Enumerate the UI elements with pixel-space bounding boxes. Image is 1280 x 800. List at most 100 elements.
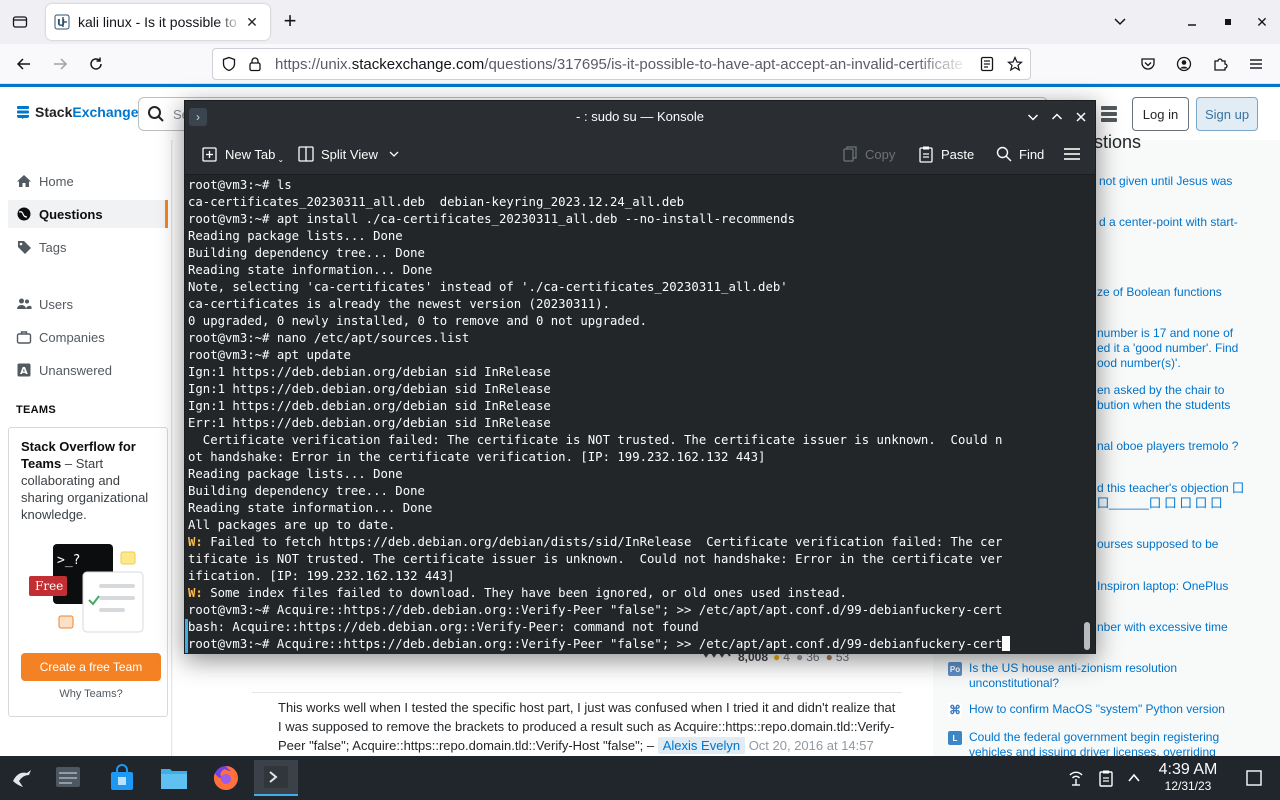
briefcase-icon bbox=[16, 329, 32, 345]
network-icon[interactable] bbox=[1066, 768, 1086, 788]
logo-text-stack: Stack bbox=[35, 104, 73, 120]
signup-button[interactable]: Sign up bbox=[1196, 97, 1258, 131]
close-tab-icon[interactable]: ✕ bbox=[242, 12, 262, 32]
terminal-line: tificate is NOT trusted. The certificate… bbox=[188, 552, 1003, 566]
firefox-icon[interactable] bbox=[204, 760, 248, 796]
hnq-item[interactable]: ⌘ How to confirm MacOS "system" Python v… bbox=[948, 702, 1238, 717]
comment-date[interactable]: Oct 20, 2016 at 14:57 bbox=[749, 738, 874, 753]
nav-questions[interactable]: Questions bbox=[8, 200, 168, 228]
reload-icon[interactable] bbox=[84, 52, 108, 76]
konsole-hamburger-menu-icon[interactable] bbox=[1063, 144, 1087, 164]
hnq-item-label: Inspiron laptop: OnePlus bbox=[1097, 579, 1229, 593]
paste-button[interactable]: Paste bbox=[917, 144, 974, 164]
close-window-icon[interactable]: ✕ bbox=[1250, 10, 1274, 34]
find-button[interactable]: Find bbox=[995, 144, 1044, 164]
hnq-item-label: Is the US house anti-zionism resolution … bbox=[969, 661, 1178, 690]
stackexchange-logo-icon bbox=[17, 106, 29, 119]
stackexchange-logo[interactable]: Stack Exchange bbox=[16, 104, 139, 120]
show-hidden-icons-chevron-icon[interactable] bbox=[1124, 768, 1144, 788]
kali-application-launcher-icon[interactable] bbox=[0, 760, 44, 796]
taskbar-clock[interactable]: 4:39 AM 12/31/23 bbox=[1150, 761, 1226, 794]
terminal-scrollbar-thumb[interactable] bbox=[1084, 622, 1090, 650]
terminal-line: ca-certificates is already the newest ve… bbox=[188, 297, 610, 311]
split-view-button[interactable]: Split View bbox=[297, 144, 406, 164]
why-teams-link[interactable]: Why Teams? bbox=[21, 688, 161, 700]
file-manager-icon[interactable] bbox=[152, 760, 196, 796]
konsole-minimize-icon[interactable] bbox=[1025, 109, 1041, 125]
hnq-item[interactable]: nber with excessive time bbox=[1097, 620, 1247, 635]
bookmark-star-icon[interactable] bbox=[1007, 56, 1023, 72]
hnq-item[interactable]: Po Is the US house anti-zionism resoluti… bbox=[948, 661, 1238, 691]
terminal-line-marker bbox=[185, 636, 188, 653]
pocket-icon[interactable] bbox=[1136, 52, 1160, 76]
nav-home[interactable]: Home bbox=[8, 167, 168, 195]
unix-se-favicon-icon: U bbox=[54, 14, 70, 30]
hamburger-menu-icon[interactable] bbox=[1244, 52, 1268, 76]
lock-icon[interactable] bbox=[247, 56, 263, 72]
terminal-line: Note, selecting 'ca-certificates' instea… bbox=[188, 280, 788, 294]
software-center-icon[interactable] bbox=[100, 760, 144, 796]
tracking-protection-shield-icon[interactable] bbox=[221, 56, 237, 72]
account-icon[interactable] bbox=[1172, 52, 1196, 76]
terminal-line: Building dependency tree... Done bbox=[188, 246, 425, 260]
login-button[interactable]: Log in bbox=[1132, 97, 1189, 131]
back-arrow-icon[interactable] bbox=[12, 52, 36, 76]
clock-date: 12/31/23 bbox=[1164, 779, 1212, 793]
paste-label: Paste bbox=[941, 146, 975, 162]
hnq-item-label: d this teacher's objection 囗 囗______囗 囗 … bbox=[1097, 481, 1245, 510]
new-tab-dropdown-icon[interactable]: ⌄ bbox=[277, 155, 284, 164]
konsole-titlebar[interactable]: › - : sudo su — Konsole bbox=[185, 101, 1095, 133]
hnq-item-label: nal oboe players tremolo ? bbox=[1097, 439, 1239, 453]
system-monitor-icon[interactable] bbox=[46, 760, 90, 796]
se-left-sidebar: Home Questions Tags Users Companies A Un… bbox=[0, 140, 172, 756]
users-icon bbox=[16, 296, 32, 312]
hnq-item[interactable]: en asked by the chair to bution when the… bbox=[1097, 383, 1247, 413]
create-free-team-button[interactable]: Create a free Team bbox=[21, 653, 161, 681]
hnq-item-label: en asked by the chair to bution when the… bbox=[1097, 383, 1231, 412]
find-icon bbox=[996, 146, 1012, 162]
address-bar[interactable]: https://unix.stackexchange.com/questions… bbox=[212, 48, 1031, 80]
extensions-icon[interactable] bbox=[1208, 52, 1232, 76]
browser-tab[interactable]: U kali linux - Is it possible to have ap… bbox=[46, 4, 270, 40]
konsole-maximize-icon[interactable] bbox=[1049, 109, 1065, 125]
hnq-item[interactable]: number is 17 and none of ed it a 'good n… bbox=[1097, 326, 1247, 371]
warning-prefix: W: bbox=[188, 535, 203, 549]
unanswered-icon: A bbox=[16, 362, 32, 378]
forward-arrow-icon[interactable] bbox=[48, 52, 72, 76]
nav-unanswered[interactable]: A Unanswered bbox=[8, 356, 168, 384]
clock-time: 4:39 AM bbox=[1158, 761, 1218, 778]
terminal-line: root@vm3:~# apt update bbox=[188, 348, 351, 362]
svg-text:U: U bbox=[57, 18, 65, 29]
konsole-taskbar-icon[interactable] bbox=[254, 760, 298, 796]
copy-button[interactable]: Copy bbox=[841, 144, 895, 164]
reader-view-icon[interactable] bbox=[979, 56, 995, 72]
teams-promo-text: Stack Overflow for Teams – Start collabo… bbox=[21, 439, 149, 522]
nav-companies[interactable]: Companies bbox=[8, 323, 168, 351]
hnq-item[interactable]: d a center-point with start- bbox=[1099, 215, 1249, 230]
hnq-item[interactable]: ze of Boolean functions bbox=[1097, 285, 1247, 300]
hnq-item[interactable]: not given until Jesus was bbox=[1099, 174, 1249, 189]
new-tab-button[interactable]: New Tab ⌄ bbox=[201, 144, 284, 164]
nav-users[interactable]: Users bbox=[8, 290, 168, 318]
hnq-item-label: ourses supposed to be bbox=[1097, 537, 1219, 551]
clipboard-icon[interactable] bbox=[1096, 768, 1116, 788]
hnq-item[interactable]: Inspiron laptop: OnePlus bbox=[1097, 579, 1247, 594]
split-view-dropdown-icon[interactable] bbox=[388, 148, 400, 160]
show-desktop-icon[interactable] bbox=[1244, 768, 1264, 788]
terminal-line: root@vm3:~# ls bbox=[188, 178, 292, 192]
hnq-item[interactable]: d this teacher's objection 囗 囗______囗 囗 … bbox=[1097, 481, 1247, 511]
nav-tags[interactable]: Tags bbox=[8, 233, 168, 261]
minimize-window-icon[interactable] bbox=[1180, 10, 1204, 34]
politics-site-icon: Po bbox=[948, 662, 962, 676]
terminal-output[interactable]: root@vm3:~# ls ca-certificates_20230311_a… bbox=[185, 176, 1081, 654]
list-all-tabs-icon[interactable] bbox=[6, 8, 34, 36]
hnq-item[interactable]: nal oboe players tremolo ? bbox=[1097, 439, 1247, 454]
new-tab-icon[interactable]: + bbox=[278, 10, 302, 34]
terminal-scrollbar[interactable] bbox=[1081, 176, 1095, 654]
site-switcher-icon[interactable] bbox=[1100, 105, 1118, 123]
tab-overflow-chevron-icon[interactable] bbox=[1108, 10, 1132, 34]
hnq-item[interactable]: ourses supposed to be bbox=[1097, 537, 1247, 552]
konsole-close-icon[interactable] bbox=[1073, 109, 1089, 125]
comment-user-link[interactable]: Alexis Evelyn bbox=[657, 737, 746, 754]
maximize-window-icon[interactable] bbox=[1216, 10, 1240, 34]
